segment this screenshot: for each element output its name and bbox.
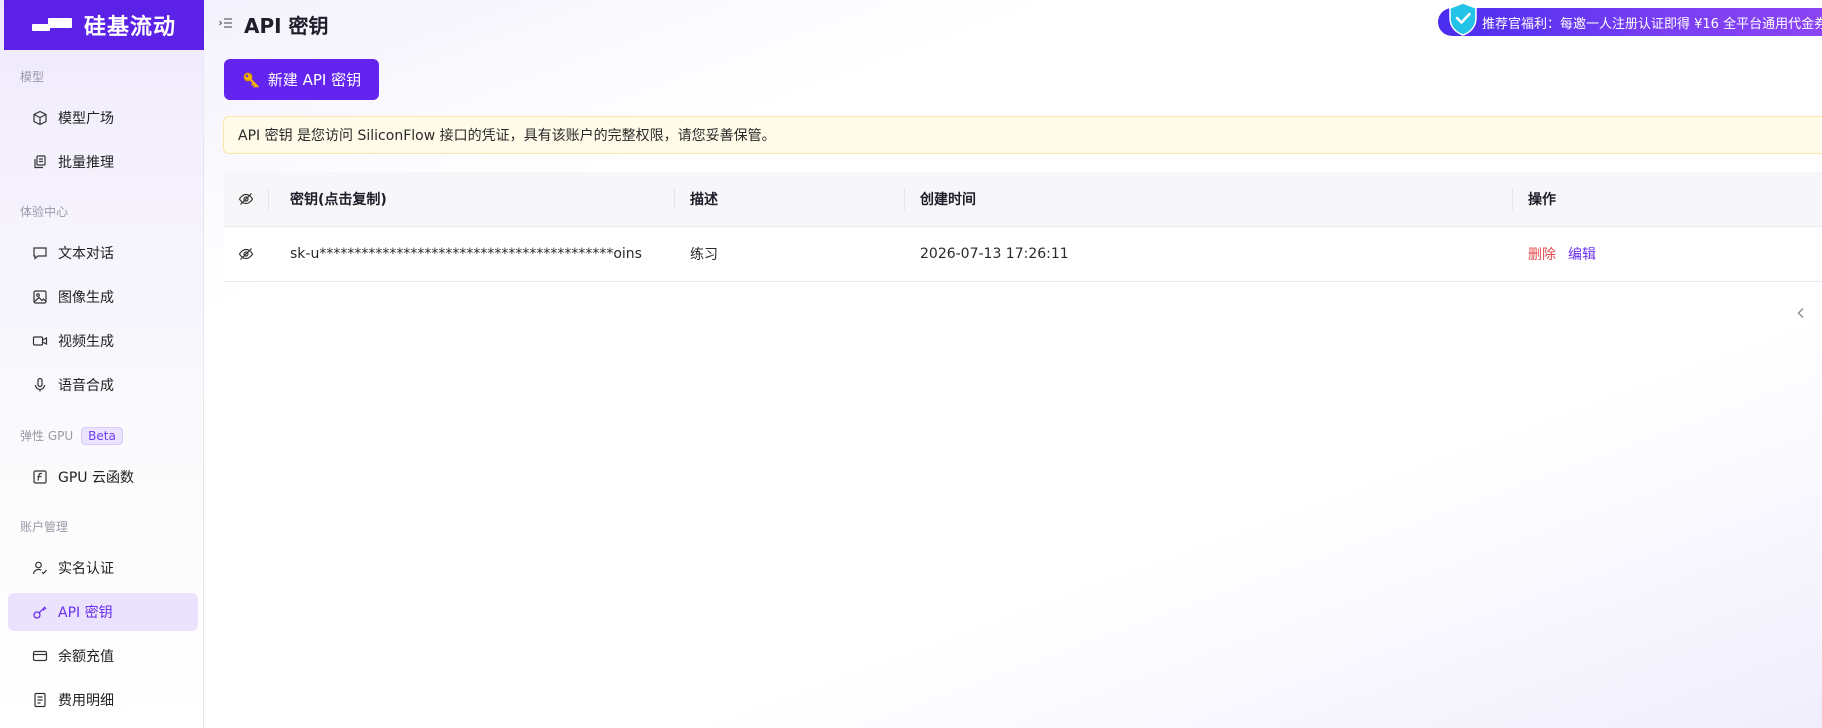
delete-button[interactable]: 删除 bbox=[1528, 244, 1556, 264]
edit-button[interactable]: 编辑 bbox=[1568, 244, 1596, 264]
key-description: 练习 bbox=[690, 247, 718, 263]
sidebar-item-label: 视频生成 bbox=[58, 334, 114, 350]
logo[interactable]: 硅基流动 bbox=[4, 0, 204, 50]
user-check-icon bbox=[32, 560, 48, 576]
shield-check-icon bbox=[1449, 2, 1477, 36]
batch-icon bbox=[32, 154, 48, 170]
sidebar-item-label: 语音合成 bbox=[58, 378, 114, 394]
new-api-key-button[interactable]: 新建 API 密钥 bbox=[224, 59, 379, 100]
toggle-key-visibility[interactable] bbox=[238, 227, 254, 281]
sidebar-item-label: 批量推理 bbox=[58, 155, 114, 171]
function-icon bbox=[32, 469, 48, 485]
logo-text: 硅基流动 bbox=[83, 15, 176, 40]
key-icon bbox=[32, 604, 48, 620]
sidebar-item-label: 模型广场 bbox=[58, 111, 114, 127]
api-keys-table: 密钥(点击复制) 描述 创建时间 操作 sk-u****************… bbox=[224, 172, 1822, 282]
card-icon bbox=[32, 648, 48, 664]
image-icon bbox=[32, 289, 48, 305]
key-icon bbox=[243, 72, 259, 88]
notice-text: API 密钥 是您访问 SiliconFlow 接口的凭证，具有该账户的完整权限… bbox=[238, 128, 776, 144]
group-label-playground: 体验中心 bbox=[20, 205, 69, 219]
sidebar-item-video-generation[interactable]: 视频生成 bbox=[8, 322, 198, 360]
sidebar-item-label: 实名认证 bbox=[58, 561, 114, 577]
sidebar-item-model-square[interactable]: 模型广场 bbox=[8, 99, 198, 137]
new-api-key-label: 新建 API 密钥 bbox=[267, 71, 362, 89]
key-created-at: 2026-07-13 17:26:11 bbox=[920, 246, 1069, 262]
eye-off-icon bbox=[238, 248, 254, 260]
sidebar: 硅基流动 模型 模型广场 批量推理 体验中心 文本对话 图像生成 视频生成 语音… bbox=[0, 0, 204, 728]
row-actions: 删除 编辑 bbox=[1528, 227, 1596, 281]
header-actions: 操作 bbox=[1528, 192, 1556, 208]
group-label-elastic-gpu: 弹性 GPU Beta bbox=[20, 427, 123, 445]
column-divider bbox=[904, 188, 905, 210]
chevron-left-icon[interactable] bbox=[1794, 306, 1808, 320]
sidebar-item-label: 图像生成 bbox=[58, 290, 114, 306]
sidebar-item-billing-details[interactable]: 费用明细 bbox=[8, 681, 198, 719]
toggle-all-visibility[interactable] bbox=[238, 172, 254, 226]
api-key-notice: API 密钥 是您访问 SiliconFlow 接口的凭证，具有该账户的完整权限… bbox=[223, 116, 1822, 154]
sidebar-item-label: API 密钥 bbox=[58, 605, 113, 621]
sidebar-item-label: 费用明细 bbox=[58, 693, 114, 709]
table-header-row: 密钥(点击复制) 描述 创建时间 操作 bbox=[224, 172, 1822, 227]
api-key-value[interactable]: sk-u************************************… bbox=[290, 227, 642, 281]
sidebar-item-text-chat[interactable]: 文本对话 bbox=[8, 234, 198, 272]
group-label-text: 弹性 GPU bbox=[20, 429, 74, 443]
header-created-at: 创建时间 bbox=[920, 192, 976, 208]
eye-off-icon bbox=[238, 193, 254, 205]
bill-icon bbox=[32, 692, 48, 708]
column-divider bbox=[268, 188, 269, 210]
column-divider bbox=[674, 188, 675, 210]
chat-icon bbox=[32, 245, 48, 261]
group-label-model: 模型 bbox=[20, 70, 45, 84]
sidebar-collapse-icon[interactable] bbox=[218, 15, 234, 31]
logo-mark-icon bbox=[31, 15, 76, 35]
group-label-account: 账户管理 bbox=[20, 520, 69, 534]
promo-text: 推荐官福利：每邀一人注册认证即得 ¥16 全平台通用代金券! bbox=[1482, 16, 1822, 32]
page-title: API 密钥 bbox=[244, 14, 329, 38]
cube-icon bbox=[32, 110, 48, 126]
sidebar-item-image-generation[interactable]: 图像生成 bbox=[8, 278, 198, 316]
beta-badge: Beta bbox=[81, 427, 123, 445]
header-key: 密钥(点击复制) bbox=[290, 192, 387, 208]
sidebar-item-label: 余额充值 bbox=[58, 649, 114, 665]
mic-icon bbox=[32, 377, 48, 393]
promo-banner[interactable]: 推荐官福利：每邀一人注册认证即得 ¥16 全平台通用代金券! bbox=[1438, 2, 1822, 36]
sidebar-item-gpu-functions[interactable]: GPU 云函数 bbox=[8, 458, 198, 496]
sidebar-item-api-keys[interactable]: API 密钥 bbox=[8, 593, 198, 631]
video-icon bbox=[32, 333, 48, 349]
sidebar-item-label: 文本对话 bbox=[58, 246, 114, 262]
column-divider bbox=[1512, 188, 1513, 210]
sidebar-item-label: GPU 云函数 bbox=[58, 470, 134, 486]
sidebar-item-batch-inference[interactable]: 批量推理 bbox=[8, 143, 198, 181]
sidebar-item-identity-verification[interactable]: 实名认证 bbox=[8, 549, 198, 587]
sidebar-item-balance-recharge[interactable]: 余额充值 bbox=[8, 637, 198, 675]
header-description: 描述 bbox=[690, 192, 718, 208]
table-row: sk-u************************************… bbox=[224, 227, 1822, 282]
sidebar-item-speech-synthesis[interactable]: 语音合成 bbox=[8, 366, 198, 404]
